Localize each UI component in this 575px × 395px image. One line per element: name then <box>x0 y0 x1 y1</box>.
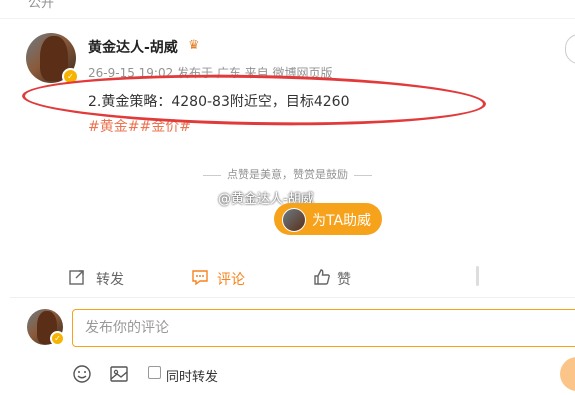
like-label: 赞 <box>337 272 351 288</box>
action-bar: 转发 评论 赞 <box>0 260 575 294</box>
thumbs-up-icon <box>314 269 330 285</box>
top-divider <box>0 18 575 19</box>
repost-checkbox-label: 同时转发 <box>166 370 219 385</box>
repost-checkbox[interactable] <box>148 366 161 379</box>
follow-button[interactable] <box>565 34 575 64</box>
like-button[interactable]: 赞 <box>313 260 373 294</box>
reward-hint: 点赞是美意，赞赏是鼓励 <box>0 166 575 182</box>
comment-icon <box>192 270 208 286</box>
submit-comment-button[interactable] <box>560 357 575 391</box>
repost-icon <box>69 270 84 285</box>
repost-label: 转发 <box>96 272 124 288</box>
reward-button[interactable]: 为TA助威 <box>274 203 382 235</box>
comment-input[interactable] <box>72 309 575 347</box>
my-verified-badge-icon: ✓ <box>50 331 65 346</box>
repost-button[interactable]: 转发 <box>68 260 138 294</box>
author-name[interactable]: 黄金达人-胡威 <box>88 37 178 57</box>
comment-button[interactable]: 评论 <box>191 260 261 294</box>
mini-avatar <box>282 208 306 232</box>
emoji-icon[interactable] <box>72 364 92 384</box>
crown-icon: ♛ <box>188 38 200 53</box>
composer-divider <box>10 297 575 298</box>
image-icon[interactable] <box>109 364 129 384</box>
reward-button-label: 为TA助威 <box>312 213 372 229</box>
visibility-label: 公开 <box>28 0 55 11</box>
scrollbar-handle[interactable] <box>476 266 479 286</box>
comment-label: 评论 <box>217 272 245 288</box>
